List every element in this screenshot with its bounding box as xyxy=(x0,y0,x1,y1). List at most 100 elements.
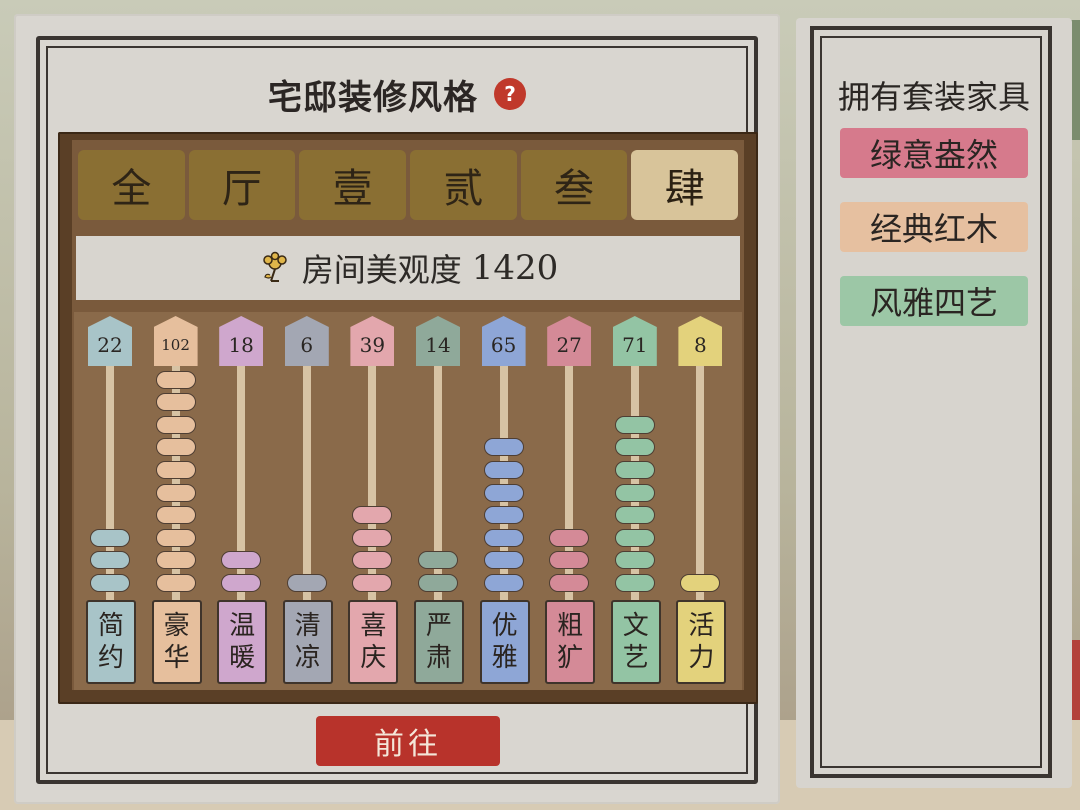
rod-label-bottom: 犷 xyxy=(557,643,584,673)
style-rod: 102 豪华 xyxy=(151,312,204,690)
style-rod: 39 喜庆 xyxy=(348,312,400,690)
rod-stick xyxy=(368,366,377,606)
rod-style-label[interactable]: 简约 xyxy=(86,600,136,684)
rod-style-label[interactable]: 严肃 xyxy=(414,600,464,684)
abacus-bead xyxy=(90,551,130,570)
abacus-rods: 22 简约 102 豪华 18 温暖 6 清凉 39 喜庆 14 严肃 65 优雅 27 粗犷 71 文艺 8 活力 xyxy=(74,312,742,690)
abacus-bead xyxy=(549,528,590,547)
owned-set-item[interactable]: 绿意盎然 xyxy=(840,128,1028,178)
abacus-bead xyxy=(352,528,393,547)
abacus-bead xyxy=(614,438,655,457)
abacus-bead xyxy=(90,528,130,547)
rod-label-top: 清 xyxy=(294,611,321,641)
abacus-bead xyxy=(483,483,524,502)
rod-label-bottom: 庆 xyxy=(360,643,387,673)
rod-label-top: 温 xyxy=(229,611,256,641)
abacus-bead xyxy=(614,574,655,592)
beauty-bar: 房间美观度 1420 xyxy=(76,236,740,300)
rod-label-top: 简 xyxy=(97,611,124,641)
rod-label-top: 活 xyxy=(688,611,715,641)
rod-stick xyxy=(106,366,114,606)
page-title: 宅邸装修风格 xyxy=(268,77,478,118)
rod-stick xyxy=(696,366,705,606)
abacus-bead xyxy=(418,574,458,592)
rod-style-label[interactable]: 活力 xyxy=(676,600,727,684)
tab-1[interactable]: 厅 xyxy=(188,150,296,220)
abacus-bead xyxy=(483,551,524,570)
room-tabs: 全厅壹贰叁肆 xyxy=(78,150,739,220)
abacus-bead xyxy=(483,574,524,592)
rod-label-top: 喜 xyxy=(360,611,387,641)
abacus-bead xyxy=(549,551,590,570)
abacus-bead xyxy=(155,551,196,570)
rod-style-label[interactable]: 优雅 xyxy=(479,600,530,684)
abacus-bead xyxy=(352,551,393,570)
decoration-style-panel: 宅邸装修风格 ? 全厅壹贰叁肆 房间美观度 1420 22 简约 102 豪华 18 温暖… xyxy=(14,14,780,804)
tab-5[interactable]: 肆 xyxy=(631,150,739,220)
abacus-bead xyxy=(483,506,524,525)
abacus-bead xyxy=(549,574,590,592)
rod-label-top: 优 xyxy=(491,611,518,641)
abacus-bead xyxy=(286,574,327,592)
abacus-bead xyxy=(614,528,655,547)
flower-icon xyxy=(262,251,287,282)
abacus-bead xyxy=(155,461,196,479)
abacus-bead xyxy=(90,574,130,592)
style-rod: 27 粗犷 xyxy=(545,312,597,690)
abacus-bead xyxy=(418,551,458,570)
rod-count-tag: 14 xyxy=(416,316,460,366)
beauty-value: 1420 xyxy=(471,248,559,288)
rod-count-tag: 39 xyxy=(350,316,395,366)
owned-set-item[interactable]: 经典红木 xyxy=(840,202,1028,252)
rod-style-label[interactable]: 文艺 xyxy=(610,600,661,684)
side-panel-title: 拥有套装家具 xyxy=(837,78,1030,116)
style-rod: 18 温暖 xyxy=(217,312,269,690)
help-icon[interactable]: ? xyxy=(494,78,526,110)
tab-3[interactable]: 贰 xyxy=(410,150,517,220)
rod-label-top: 文 xyxy=(622,611,649,641)
abacus-bead xyxy=(221,574,262,592)
rod-style-label[interactable]: 清凉 xyxy=(282,600,333,684)
tab-4[interactable]: 叁 xyxy=(520,150,628,220)
rod-label-bottom: 雅 xyxy=(491,643,518,673)
style-rod: 8 活力 xyxy=(676,312,728,690)
abacus-bead xyxy=(352,506,393,525)
tab-2[interactable]: 壹 xyxy=(299,150,407,220)
tab-0[interactable]: 全 xyxy=(78,150,185,220)
style-rod: 65 优雅 xyxy=(479,312,532,690)
rod-label-top: 豪 xyxy=(163,611,190,641)
goto-button[interactable]: 前往 xyxy=(316,716,500,766)
rod-style-label[interactable]: 喜庆 xyxy=(348,600,399,684)
rod-style-label[interactable]: 粗犷 xyxy=(545,600,596,684)
rod-count-tag: 65 xyxy=(481,316,526,366)
abacus-frame: 全厅壹贰叁肆 房间美观度 1420 22 简约 102 豪华 18 温暖 6 清凉 39 喜庆 14… xyxy=(58,132,758,704)
rod-label-bottom: 力 xyxy=(688,643,715,673)
abacus-bead xyxy=(483,528,524,547)
rod-count-tag: 102 xyxy=(153,316,198,366)
abacus-bead xyxy=(155,528,196,547)
rod-count-tag: 6 xyxy=(284,316,329,366)
title-row: 宅邸装修风格 ? xyxy=(14,69,780,119)
abacus-bead xyxy=(614,551,655,570)
rod-stick xyxy=(302,366,311,606)
rod-label-bottom: 肃 xyxy=(425,643,452,673)
abacus-bead xyxy=(614,483,655,502)
style-rod: 6 清凉 xyxy=(282,312,335,690)
rod-count-tag: 22 xyxy=(88,316,132,366)
rod-style-label[interactable]: 温暖 xyxy=(217,600,268,684)
owned-set-item[interactable]: 风雅四艺 xyxy=(840,276,1028,326)
rod-label-top: 严 xyxy=(425,611,452,641)
rod-style-label[interactable]: 豪华 xyxy=(151,600,202,684)
abacus-bead xyxy=(155,393,196,412)
abacus-bead xyxy=(352,574,393,592)
rod-label-bottom: 艺 xyxy=(622,643,649,673)
style-rod: 14 严肃 xyxy=(414,312,466,690)
rod-count-tag: 8 xyxy=(678,316,723,366)
rod-stick xyxy=(434,366,442,606)
abacus-bead xyxy=(155,370,196,389)
abacus-bead xyxy=(614,415,655,434)
abacus-bead xyxy=(155,506,196,525)
style-rod: 22 简约 xyxy=(86,312,138,690)
rod-count-tag: 18 xyxy=(219,316,264,366)
abacus-bead xyxy=(155,483,196,502)
